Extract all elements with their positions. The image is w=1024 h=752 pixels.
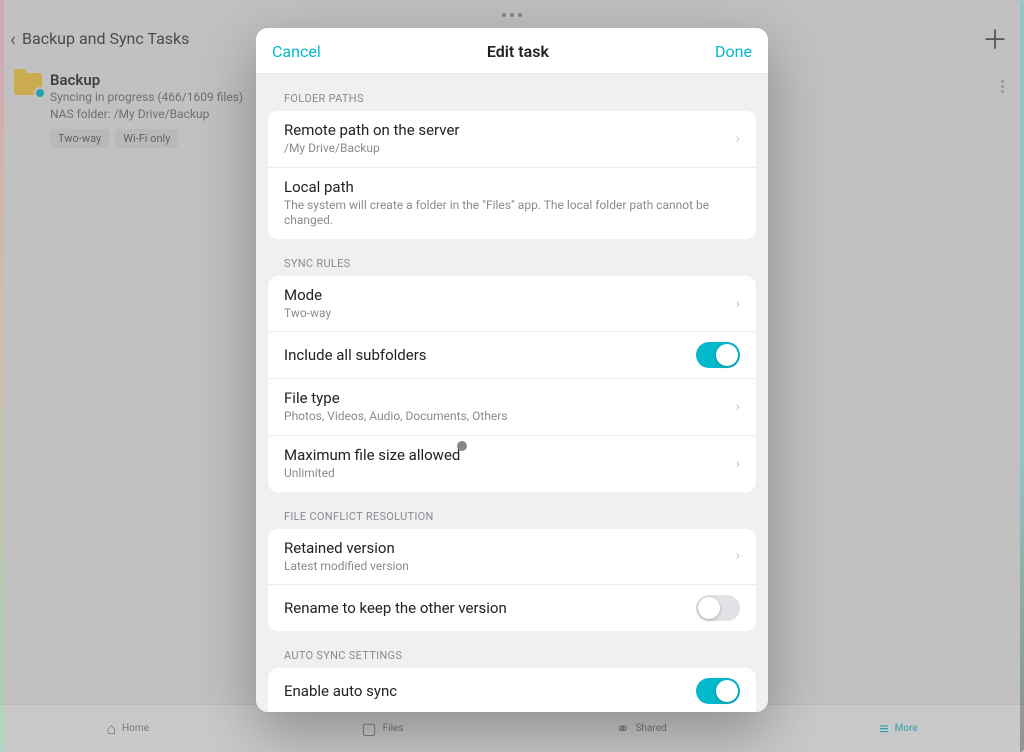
section-folder-paths: FOLDER PATHS bbox=[268, 74, 756, 111]
chevron-right-icon: › bbox=[736, 296, 740, 312]
edit-task-modal: Cancel Edit task Done FOLDER PATHS Remot… bbox=[256, 28, 768, 712]
chevron-right-icon: › bbox=[736, 131, 740, 147]
chevron-right-icon: › bbox=[736, 548, 740, 564]
toggle-include-subfolders[interactable] bbox=[696, 342, 740, 368]
edge-glow-left bbox=[0, 0, 4, 752]
section-auto-sync: AUTO SYNC SETTINGS bbox=[268, 631, 756, 668]
toggle-rename-keep[interactable] bbox=[696, 595, 740, 621]
section-sync-rules: SYNC RULES bbox=[268, 239, 756, 276]
row-file-type[interactable]: File type Photos, Videos, Audio, Documen… bbox=[268, 378, 756, 435]
row-local-path: Local path The system will create a fold… bbox=[268, 167, 756, 239]
edge-glow-right bbox=[1020, 0, 1024, 752]
row-max-size[interactable]: Maximum file size allowed Unlimited › bbox=[268, 435, 756, 492]
toggle-enable-auto[interactable] bbox=[696, 678, 740, 704]
row-rename-keep: Rename to keep the other version bbox=[268, 584, 756, 631]
cursor-dot-icon bbox=[457, 441, 467, 451]
row-retained-version[interactable]: Retained version Latest modified version… bbox=[268, 529, 756, 585]
chevron-right-icon: › bbox=[736, 456, 740, 472]
chevron-right-icon: › bbox=[736, 399, 740, 415]
cancel-button[interactable]: Cancel bbox=[272, 42, 321, 61]
modal-title: Edit task bbox=[487, 42, 549, 61]
section-conflict: FILE CONFLICT RESOLUTION bbox=[268, 492, 756, 529]
done-button[interactable]: Done bbox=[715, 42, 752, 61]
row-enable-auto-sync: Enable auto sync bbox=[268, 668, 756, 712]
modal-body[interactable]: FOLDER PATHS Remote path on the server /… bbox=[256, 74, 768, 712]
modal-header: Cancel Edit task Done bbox=[256, 28, 768, 74]
row-remote-path[interactable]: Remote path on the server /My Drive/Back… bbox=[268, 111, 756, 167]
row-include-subfolders: Include all subfolders bbox=[268, 331, 756, 378]
row-mode[interactable]: Mode Two-way › bbox=[268, 276, 756, 332]
